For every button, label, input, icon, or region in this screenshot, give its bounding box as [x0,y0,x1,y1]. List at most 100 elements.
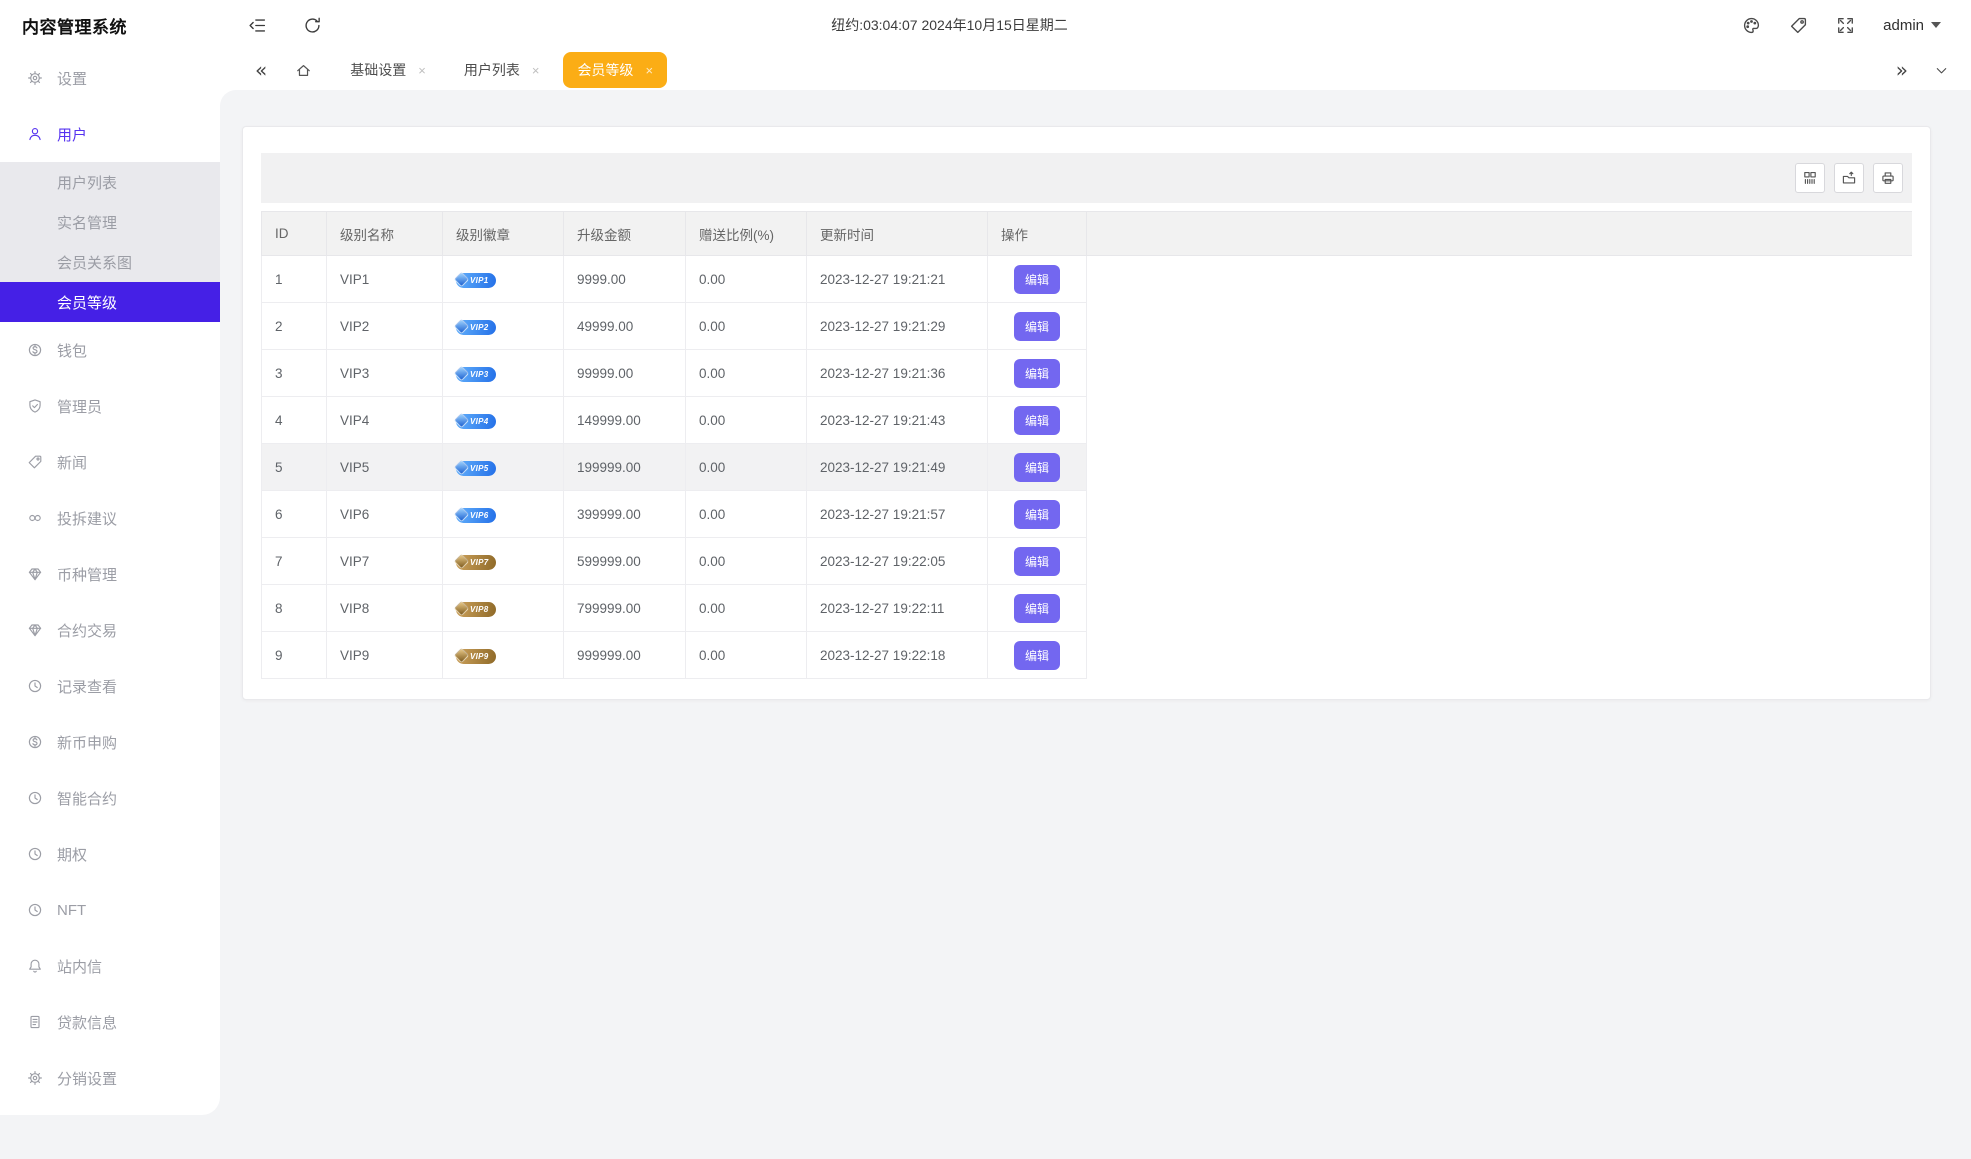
edit-button[interactable]: 编辑 [1014,594,1060,623]
edit-button[interactable]: 编辑 [1014,500,1060,529]
table-row: 1VIP1VIP19999.000.002023-12-27 19:21:21编… [262,256,1913,303]
home-icon[interactable] [295,62,312,79]
diamond-icon [454,648,470,664]
user-name: admin [1883,17,1924,34]
edit-button[interactable]: 编辑 [1014,265,1060,294]
vip-badge: VIP6 [456,508,496,523]
table-row: 6VIP6VIP6399999.000.002023-12-27 19:21:5… [262,491,1913,538]
gem-icon [27,622,43,638]
edit-button[interactable]: 编辑 [1014,453,1060,482]
cell-upgrade-amount: 399999.00 [564,491,686,538]
sidebar-item-label: 期权 [57,844,87,865]
tabs-scroll-right-icon[interactable]: » [1896,60,1908,80]
cell-id: 6 [262,491,327,538]
edit-button[interactable]: 编辑 [1014,547,1060,576]
sidebar-item-站内信[interactable]: 站内信 [0,938,220,994]
table-toolbar [261,153,1912,203]
sidebar-item-会员等级[interactable]: 会员等级 [0,282,220,322]
tab-label: 基础设置 [350,60,406,80]
cell-updated-time: 2023-12-27 19:22:05 [807,538,988,585]
tab-基础设置[interactable]: 基础设置 × [336,52,440,88]
tag-icon[interactable] [1789,16,1808,35]
gear-icon [27,1070,43,1086]
caret-down-icon [1931,22,1941,28]
vip-badge: VIP8 [456,602,496,617]
sidebar-item-label: 用户 [57,124,87,145]
sidebar-item-新币申购[interactable]: 新币申购 [0,714,220,770]
edit-button[interactable]: 编辑 [1014,359,1060,388]
sidebar-item-钱包[interactable]: 钱包 [0,322,220,378]
export-button[interactable] [1834,163,1864,193]
sidebar-item-用户[interactable]: 用户 [0,106,220,162]
sidebar-item-合约交易[interactable]: 合约交易 [0,602,220,658]
cell-actions: 编辑 [988,491,1087,538]
sidebar-item-NFT[interactable]: NFT [0,882,220,938]
cell-level-name: VIP2 [327,303,443,350]
member-level-card: ID级别名称级别徽章升级金额赠送比例(%)更新时间操作 1VIP1VIP1999… [242,126,1931,700]
sidebar-item-新闻[interactable]: 新闻 [0,434,220,490]
user-menu[interactable]: admin [1883,17,1941,34]
tabs-scroll-left-icon[interactable]: « [255,60,267,80]
clock-icon [27,846,43,862]
tab-用户列表[interactable]: 用户列表× [450,52,554,88]
cell-level-badge: VIP4 [443,397,564,444]
sidebar-item-分销设置[interactable]: 分销设置 [0,1050,220,1106]
palette-icon[interactable] [1742,16,1761,35]
dollar-icon [27,734,43,750]
sidebar-item-用户列表[interactable]: 用户列表 [0,162,220,202]
tab-close-icon[interactable]: × [645,64,653,77]
cell-upgrade-amount: 799999.00 [564,585,686,632]
sidebar-item-智能合约[interactable]: 智能合约 [0,770,220,826]
cell-actions: 编辑 [988,256,1087,303]
cell-filler [1087,632,1913,679]
diamond-icon [454,460,470,476]
cell-gift-ratio: 0.00 [686,397,807,444]
column-header-升级金额: 升级金额 [564,212,686,256]
tab-close-icon[interactable]: × [532,64,540,77]
sidebar-item-管理员[interactable]: 管理员 [0,378,220,434]
sidebar-item-期权[interactable]: 期权 [0,826,220,882]
cell-id: 9 [262,632,327,679]
column-header-级别徽章: 级别徽章 [443,212,564,256]
sidebar-item-记录查看[interactable]: 记录查看 [0,658,220,714]
fullscreen-icon[interactable] [1836,16,1855,35]
tab-会员等级[interactable]: 会员等级× [563,52,667,88]
cell-gift-ratio: 0.00 [686,585,807,632]
sidebar-item-label: 会员等级 [57,292,117,313]
sidebar-item-label: NFT [57,902,86,919]
sidebar-item-label: 实名管理 [57,212,117,233]
topbar: 内容管理系统 纽约:03:04:07 2024年10月15日星期二 admin [0,0,1971,50]
cell-level-name: VIP4 [327,397,443,444]
sidebar-item-会员关系图[interactable]: 会员关系图 [0,242,220,282]
cell-id: 4 [262,397,327,444]
sidebar-item-投拆建议[interactable]: 投拆建议 [0,490,220,546]
cell-filler [1087,585,1913,632]
refresh-icon[interactable] [303,16,322,35]
app-title: 内容管理系统 [0,13,220,38]
cell-upgrade-amount: 149999.00 [564,397,686,444]
edit-button[interactable]: 编辑 [1014,312,1060,341]
menu-fold-icon[interactable] [248,16,267,35]
table-row: 3VIP3VIP399999.000.002023-12-27 19:21:36… [262,350,1913,397]
column-settings-button[interactable] [1795,163,1825,193]
tab-close-icon[interactable]: × [418,64,426,77]
sidebar-item-实名管理[interactable]: 实名管理 [0,202,220,242]
table-row: 5VIP5VIP5199999.000.002023-12-27 19:21:4… [262,444,1913,491]
column-header-ID: ID [262,212,327,256]
cell-filler [1087,256,1913,303]
table-row: 7VIP7VIP7599999.000.002023-12-27 19:22:0… [262,538,1913,585]
tabs-menu-chevron-icon[interactable] [1934,63,1949,78]
cell-upgrade-amount: 199999.00 [564,444,686,491]
column-header-操作: 操作 [988,212,1087,256]
vip-badge: VIP9 [456,649,496,664]
sidebar-item-设置[interactable]: 设置 [0,50,220,106]
sidebar-item-label: 分销设置 [57,1068,117,1089]
sidebar-item-贷款信息[interactable]: 贷款信息 [0,994,220,1050]
edit-button[interactable]: 编辑 [1014,406,1060,435]
edit-button[interactable]: 编辑 [1014,641,1060,670]
print-button[interactable] [1873,163,1903,193]
cell-gift-ratio: 0.00 [686,303,807,350]
clock-icon [27,678,43,694]
cell-filler [1087,444,1913,491]
sidebar-item-币种管理[interactable]: 币种管理 [0,546,220,602]
